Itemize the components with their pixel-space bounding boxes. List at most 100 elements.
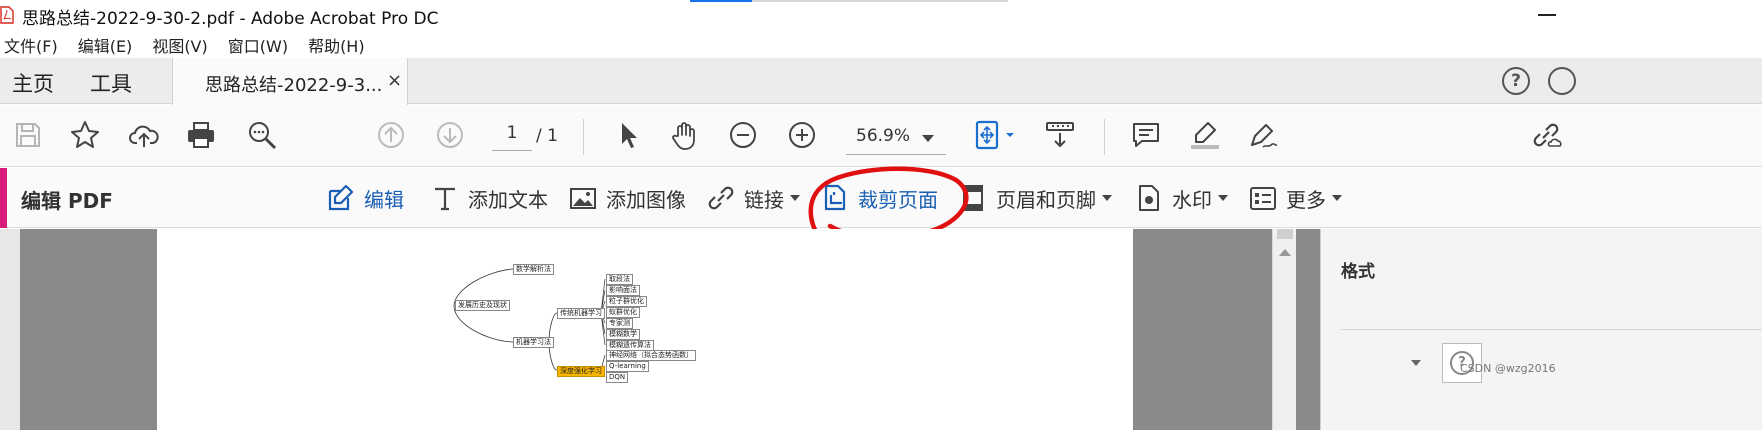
edit-accent-bar bbox=[0, 168, 7, 228]
mindmap-node: 取段法 bbox=[606, 274, 633, 285]
watermark-button[interactable]: 水印 bbox=[1134, 181, 1228, 215]
edit-pdf-title: 编辑 PDF bbox=[21, 189, 113, 213]
save-icon[interactable] bbox=[10, 117, 46, 153]
fit-page-icon[interactable] bbox=[968, 117, 1020, 153]
link-icon bbox=[708, 186, 734, 210]
list-icon bbox=[1250, 187, 1276, 210]
comment-icon[interactable] bbox=[1128, 117, 1164, 153]
chevron-down-icon bbox=[1218, 195, 1228, 201]
mindmap-node: Q-learning bbox=[606, 361, 649, 372]
tab-tools[interactable]: 工具 bbox=[90, 68, 132, 98]
mindmap-node-deep-rl: 深度强化学习 bbox=[557, 366, 605, 377]
header-footer-button[interactable]: 页眉和页脚 bbox=[958, 181, 1112, 215]
chevron-down-icon bbox=[1332, 195, 1342, 201]
add-text-label: 添加文本 bbox=[468, 187, 548, 212]
zoom-in-icon[interactable] bbox=[784, 117, 820, 153]
crop-page-icon bbox=[824, 184, 846, 211]
edit-tool-label: 编辑 bbox=[364, 187, 404, 212]
zoom-out-icon[interactable] bbox=[725, 117, 761, 153]
add-image-label: 添加图像 bbox=[606, 187, 686, 212]
crop-pages-label: 裁剪页面 bbox=[858, 187, 938, 212]
window-title: 思路总结-2022-9-30-2.pdf - Adobe Acrobat Pro… bbox=[22, 9, 439, 29]
mindmap-node: 模糊数学 bbox=[606, 329, 640, 340]
text-t-icon bbox=[435, 187, 455, 211]
more-label: 更多 bbox=[1286, 187, 1326, 212]
left-nav-gutter bbox=[0, 229, 20, 430]
mindmap-node-root: 发展历史及现状 bbox=[455, 300, 510, 311]
hand-tool-icon[interactable] bbox=[667, 117, 703, 153]
mindmap-node-math: 数学解析法 bbox=[513, 264, 554, 275]
mindmap-node: 影响面法 bbox=[606, 285, 640, 296]
star-icon[interactable] bbox=[67, 117, 103, 153]
scroll-up-icon[interactable] bbox=[1279, 249, 1291, 256]
page-number-input[interactable]: 1 bbox=[492, 123, 532, 151]
chevron-down-icon[interactable] bbox=[1411, 360, 1421, 366]
menu-window[interactable]: 窗口(W) bbox=[228, 30, 288, 58]
vertical-scrollbar[interactable] bbox=[1272, 229, 1296, 430]
menu-edit[interactable]: 编辑(E) bbox=[78, 30, 133, 58]
tab-document[interactable]: 思路总结-2022-9-3... × bbox=[172, 58, 408, 105]
tab-home[interactable]: 主页 bbox=[12, 68, 54, 98]
mindmap-node-ml: 机器学习法 bbox=[513, 337, 554, 348]
menu-bar: 文件(F) 编辑(E) 视图(V) 窗口(W) 帮助(H) bbox=[0, 30, 1762, 58]
sign-pen-icon[interactable] bbox=[1245, 117, 1281, 153]
chevron-down-icon bbox=[922, 135, 934, 142]
mindmap-node: 专家测 bbox=[606, 318, 633, 329]
crop-pages-button[interactable]: 裁剪页面 bbox=[820, 181, 938, 215]
mindmap-connectors bbox=[453, 268, 606, 378]
acrobat-icon bbox=[0, 6, 14, 24]
header-footer-label: 页眉和页脚 bbox=[996, 187, 1096, 212]
help-icon[interactable]: ? bbox=[1502, 67, 1530, 95]
toolbar-divider bbox=[583, 119, 584, 155]
menu-file[interactable]: 文件(F) bbox=[4, 30, 58, 58]
tab-bar: 主页 工具 思路总结-2022-9-3... × ? bbox=[0, 58, 1762, 105]
add-text-button[interactable]: 添加文本 bbox=[430, 181, 548, 215]
minimize-button[interactable] bbox=[1538, 14, 1556, 16]
select-cursor-icon[interactable] bbox=[610, 117, 646, 153]
document-tab-label: 思路总结-2022-9-3... bbox=[205, 75, 383, 96]
pdf-page[interactable]: 发展历史及现状 数学解析法 机器学习法 传统机器学习 深度强化学习 取段法 影响… bbox=[157, 229, 1133, 430]
share-link-icon[interactable] bbox=[1528, 117, 1564, 153]
print-icon[interactable] bbox=[183, 117, 219, 153]
mindmap-node: DQN bbox=[606, 372, 629, 383]
close-tab-icon[interactable]: × bbox=[387, 70, 402, 91]
zoom-dropdown[interactable]: 56.9% bbox=[846, 121, 946, 155]
format-panel: 格式 ? bbox=[1320, 229, 1762, 430]
watermark-icon bbox=[1139, 185, 1159, 211]
menu-help[interactable]: 帮助(H) bbox=[308, 30, 365, 58]
scrollbar-thumb[interactable] bbox=[1277, 229, 1293, 239]
edit-tool-button[interactable]: 编辑 bbox=[326, 181, 404, 215]
scroll-mode-icon[interactable] bbox=[1042, 117, 1078, 153]
edit-pdf-toolbar: 编辑 PDF 编辑 添加文本 添加图像 链接 裁剪页面 页眉和页脚 水印 更多 bbox=[0, 168, 1762, 228]
add-image-button[interactable]: 添加图像 bbox=[568, 181, 686, 215]
cloud-upload-icon[interactable] bbox=[126, 117, 162, 153]
menu-view[interactable]: 视图(V) bbox=[152, 30, 207, 58]
mindmap-node: 神经网络（拟合态势函数） bbox=[606, 350, 696, 361]
mindmap-node: 粒子群优化 bbox=[606, 296, 647, 307]
title-accent bbox=[690, 0, 752, 2]
title-accent-track bbox=[752, 0, 1008, 2]
next-page-icon[interactable] bbox=[432, 117, 468, 153]
link-button[interactable]: 链接 bbox=[706, 181, 800, 215]
toolbar-divider bbox=[1104, 119, 1105, 155]
page-total: / 1 bbox=[536, 126, 558, 146]
previous-page-icon[interactable] bbox=[373, 117, 409, 153]
document-viewport[interactable]: 发展历史及现状 数学解析法 机器学习法 传统机器学习 深度强化学习 取段法 影响… bbox=[0, 229, 1320, 430]
edit-pencil-icon bbox=[328, 184, 354, 211]
title-bar: 思路总结-2022-9-30-2.pdf - Adobe Acrobat Pro… bbox=[0, 0, 1762, 30]
watermark-label: 水印 bbox=[1172, 187, 1212, 212]
zoom-value: 56.9% bbox=[856, 126, 911, 146]
chevron-down-icon bbox=[790, 195, 800, 201]
link-label: 链接 bbox=[744, 187, 784, 212]
image-icon bbox=[570, 188, 596, 209]
more-button[interactable]: 更多 bbox=[1248, 181, 1342, 215]
search-icon[interactable] bbox=[244, 117, 280, 153]
main-toolbar: 1 / 1 56.9% bbox=[0, 105, 1762, 167]
account-icon[interactable] bbox=[1548, 67, 1576, 95]
highlight-pen-icon[interactable] bbox=[1187, 117, 1223, 153]
panel-divider bbox=[1341, 329, 1762, 330]
mindmap-node: 蚁群优化 bbox=[606, 307, 640, 318]
chevron-down-icon bbox=[1102, 195, 1112, 201]
csdn-watermark: CSDN @wzg2016 bbox=[1460, 362, 1556, 375]
header-footer-icon bbox=[963, 185, 983, 211]
